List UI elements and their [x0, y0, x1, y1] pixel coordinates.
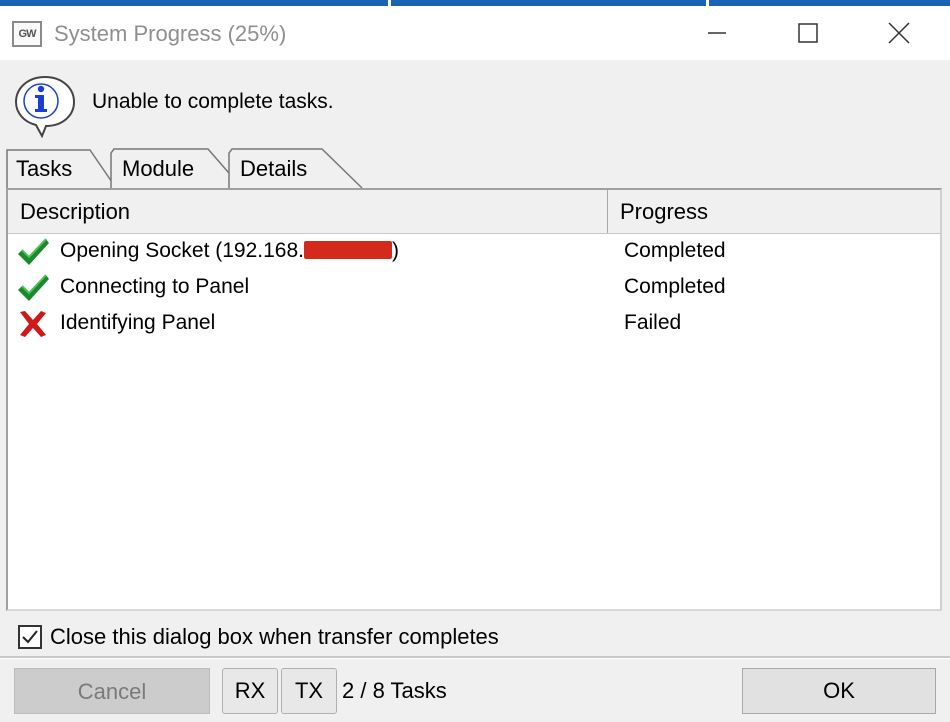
maximize-button[interactable] — [777, 12, 839, 54]
minimize-button[interactable] — [686, 12, 748, 54]
tab-module[interactable]: Module — [108, 148, 244, 189]
tab-details-label: Details — [240, 156, 308, 181]
tab-details[interactable]: Details — [226, 148, 366, 189]
close-button[interactable] — [868, 12, 930, 54]
task-count: 2 / 8 Tasks — [342, 678, 447, 703]
close-icon — [888, 22, 910, 44]
window-title: System Progress (25%) — [54, 21, 287, 46]
table-row[interactable]: Opening Socket (192.168.) Completed — [8, 234, 940, 270]
footer-divider — [0, 656, 950, 659]
task-progress: Failed — [624, 311, 682, 334]
close-on-complete-label[interactable]: Close this dialog box when transfer comp… — [50, 624, 499, 650]
task-description: Opening Socket (192.168.) — [60, 239, 400, 262]
task-progress: Completed — [624, 239, 726, 262]
app-icon: GW — [12, 21, 42, 47]
title-bar[interactable]: GW System Progress (25%) — [0, 6, 950, 60]
tab-module-label: Module — [122, 156, 195, 181]
column-header-description[interactable]: Description — [8, 190, 608, 233]
check-icon — [18, 238, 49, 265]
maximize-icon — [798, 23, 818, 43]
rx-button[interactable]: RX — [222, 668, 278, 714]
task-progress: Completed — [624, 275, 726, 298]
tab-tasks[interactable]: Tasks — [6, 148, 117, 190]
task-description: Connecting to Panel — [60, 275, 250, 298]
status-message: Unable to complete tasks. — [92, 90, 334, 113]
cancel-button[interactable]: Cancel — [14, 668, 210, 714]
tab-tasks-label: Tasks — [16, 156, 73, 181]
tx-button[interactable]: TX — [281, 668, 337, 714]
table-header: Description Progress — [8, 190, 940, 234]
ok-button[interactable]: OK — [742, 668, 936, 714]
cross-icon — [20, 311, 46, 337]
table-row[interactable]: Connecting to Panel Completed — [8, 270, 940, 306]
info-icon — [14, 75, 76, 138]
close-on-complete-checkbox[interactable] — [18, 625, 42, 649]
checkmark-icon — [22, 630, 38, 644]
redacted-ip-segment — [304, 241, 393, 259]
check-icon — [18, 274, 49, 301]
task-list[interactable]: Description Progress Opening Socket (192… — [6, 188, 942, 611]
minimize-icon — [708, 32, 726, 34]
table-row[interactable]: Identifying Panel Failed — [8, 306, 940, 342]
task-description: Identifying Panel — [60, 311, 216, 334]
column-header-progress[interactable]: Progress — [608, 190, 940, 233]
